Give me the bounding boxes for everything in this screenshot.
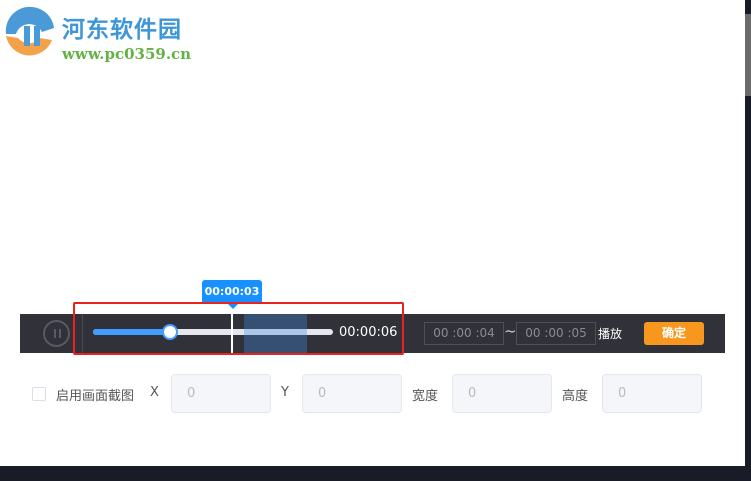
y-label: Y (281, 385, 289, 400)
enable-crop-label: 启用画面截图 (56, 389, 135, 404)
watermark-logo: 河东软件园 www.pc0359.cn (2, 4, 222, 64)
width-input[interactable]: 0 (452, 374, 552, 413)
watermark-title: 河东软件园 (62, 16, 182, 43)
dialog: 河东软件园 www.pc0359.cn 00:00:03 00:00:06 00… (0, 0, 745, 466)
width-label: 宽度 (412, 389, 439, 404)
height-label: 高度 (562, 389, 589, 404)
range-end-input[interactable]: 00 :00 :05 (516, 322, 596, 345)
scrollbar[interactable] (745, 14, 751, 96)
time-tooltip: 00:00:03 (202, 280, 262, 309)
confirm-button[interactable]: 确定 (644, 322, 704, 345)
logo-house-icon (5, 6, 54, 56)
pause-button[interactable] (43, 320, 70, 347)
enable-crop-checkbox[interactable] (32, 387, 46, 401)
x-label: X (150, 385, 159, 400)
x-input[interactable]: 0 (171, 374, 271, 413)
height-input[interactable]: 0 (602, 374, 702, 413)
range-separator: ~ (504, 322, 517, 340)
range-start-input[interactable]: 00 :00 :04 (424, 322, 504, 345)
highlight-box (73, 302, 404, 355)
y-input[interactable]: 0 (302, 374, 402, 413)
watermark-url: www.pc0359.cn (62, 45, 192, 63)
play-range-button[interactable]: 播放 (598, 325, 622, 342)
